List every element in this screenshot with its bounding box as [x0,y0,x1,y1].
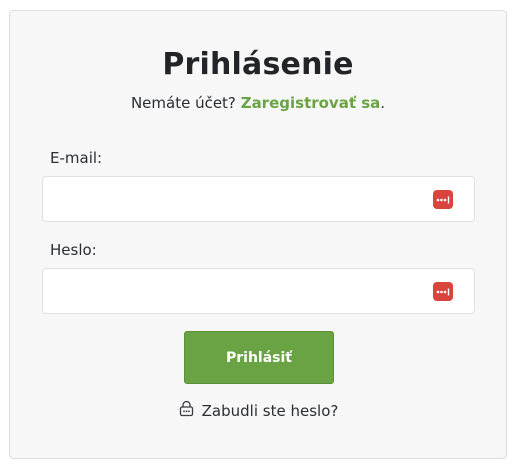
forgot-password-label: Zabudli ste heslo? [201,401,339,420]
password-manager-icon[interactable] [433,282,453,301]
login-card: Prihlásenie Nemáte účet? Zaregistrovať s… [9,10,507,459]
lock-icon [178,400,195,421]
password-manager-icon[interactable] [433,190,453,209]
password-field-wrapper [42,268,475,314]
page-title: Prihlásenie [162,47,354,82]
login-button[interactable]: Prihlásiť [184,331,334,384]
forgot-password-link[interactable]: Zabudli ste heslo? [10,400,506,421]
email-field[interactable] [43,177,423,221]
email-label: E-mail: [50,149,103,167]
password-field[interactable] [43,269,423,313]
register-prompt: Nemáte účet? Zaregistrovať sa. [10,94,506,112]
no-account-text: Nemáte účet? [130,94,236,112]
register-link[interactable]: Zaregistrovať sa [241,94,381,112]
register-period: . [380,94,386,112]
password-label: Heslo: [50,241,97,259]
email-field-wrapper [42,176,475,222]
